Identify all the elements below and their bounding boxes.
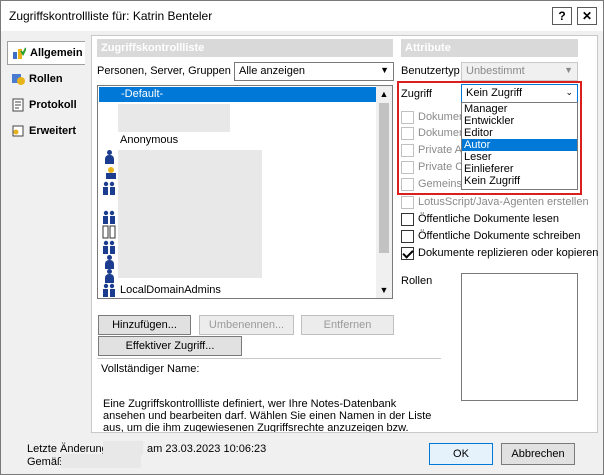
checkbox[interactable] (401, 195, 414, 209)
remove-button[interactable]: Entfernen (301, 315, 394, 335)
checkbox-label: Öffentliche Dokumente schreiben (418, 230, 581, 242)
redacted-editor (103, 441, 143, 455)
effective-access-button[interactable]: Effektiver Zugriff... (98, 336, 242, 356)
roles-icon (11, 72, 25, 86)
person-icon (104, 255, 114, 269)
chevron-down-icon: ▼ (564, 65, 573, 75)
roles-listbox[interactable] (461, 273, 578, 401)
checkbox-read-public[interactable]: Öffentliche Dokumente lesen (401, 211, 559, 227)
checkbox-lotusscript[interactable]: LotusScript/Java-Agenten erstellen (401, 194, 589, 210)
advanced-icon (11, 124, 25, 138)
add-button[interactable]: Hinzufügen... (98, 315, 191, 335)
filter-label: Personen, Server, Gruppen (97, 65, 231, 77)
people-check-icon (12, 46, 27, 60)
chevron-down-icon[interactable]: ▼ (376, 282, 392, 298)
group-icon (102, 181, 116, 195)
highlight-annotation-box (397, 81, 582, 195)
list-item[interactable]: -Default- (99, 87, 378, 102)
sidebar-item-label: Allgemein (30, 47, 83, 59)
redacted-by (61, 454, 141, 468)
person-icon (104, 269, 114, 283)
sidebar-item-label: Erweitert (29, 125, 77, 137)
redacted-entry (118, 104, 230, 132)
scroll-thumb[interactable] (379, 103, 389, 253)
user-type-value: Unbestimmt (466, 65, 525, 77)
log-icon (11, 98, 25, 112)
sidebar-item-rollen[interactable]: Rollen (7, 67, 85, 91)
attributes-section-header: Attribute (401, 39, 578, 57)
sidebar-item-label: Rollen (29, 73, 63, 85)
checkbox-label: LotusScript/Java-Agenten erstellen (418, 196, 589, 208)
server-icon (104, 166, 118, 180)
sidebar-item-protokoll[interactable]: Protokoll (7, 93, 85, 117)
chevron-down-icon: ▼ (380, 65, 389, 75)
ok-button[interactable]: OK (429, 443, 493, 465)
redacted-entries (118, 150, 262, 278)
title-bar: Zugriffskontrollliste für: Katrin Bentel… (1, 1, 603, 31)
group-icon (102, 240, 116, 254)
sidebar-item-erweitert[interactable]: Erweitert (7, 119, 85, 143)
user-type-select[interactable]: Unbestimmt ▼ (461, 62, 578, 81)
list-item[interactable]: LocalDomainAdmins (120, 283, 221, 297)
close-button[interactable]: ✕ (577, 7, 597, 25)
full-name-field: Vollständiger Name: (97, 358, 441, 390)
cancel-button[interactable]: Abbrechen (501, 443, 575, 465)
roles-label: Rollen (401, 275, 433, 287)
person-icon (104, 150, 114, 164)
sidebar-item-allgemein[interactable]: Allgemein (7, 41, 85, 65)
server-group-icon (102, 225, 116, 239)
chevron-up-icon[interactable]: ▲ (376, 86, 392, 102)
description-text: Eine Zugriffskontrollliste definiert, we… (103, 398, 432, 432)
checkbox-replicate[interactable]: Dokumente replizieren oder kopieren (401, 245, 598, 261)
acl-listbox[interactable]: -Default- Anonymous LocalDomainAdmins ▲ (97, 85, 393, 299)
checkbox-label: Dokumente replizieren oder kopieren (418, 247, 599, 259)
window-title: Zugriffskontrollliste für: Katrin Bentel… (9, 9, 213, 23)
help-button[interactable]: ? (552, 7, 572, 25)
checkbox-write-public[interactable]: Öffentliche Dokumente schreiben (401, 228, 580, 244)
list-scrollbar[interactable]: ▲ ▼ (376, 86, 392, 298)
filter-select-value: Alle anzeigen (239, 65, 306, 77)
user-type-label: Benutzertyp (401, 65, 460, 77)
filter-select[interactable]: Alle anzeigen ▼ (234, 62, 394, 81)
group-icon (102, 283, 116, 297)
checkbox[interactable] (401, 246, 414, 260)
list-item[interactable]: Anonymous (120, 133, 178, 147)
checkbox[interactable] (401, 212, 414, 226)
last-change-value: am 23.03.2023 10:06:23 (147, 443, 267, 455)
acl-section-header: Zugriffskontrollliste (97, 39, 393, 57)
full-name-label: Vollständiger Name: (101, 363, 200, 375)
checkbox[interactable] (401, 229, 414, 243)
checkbox-label: Öffentliche Dokumente lesen (418, 213, 560, 225)
group-icon (102, 210, 116, 224)
acl-dialog: Zugriffskontrollliste für: Katrin Bentel… (0, 0, 604, 475)
rename-button[interactable]: Umbenennen... (199, 315, 294, 335)
sidebar-item-label: Protokoll (29, 99, 77, 111)
